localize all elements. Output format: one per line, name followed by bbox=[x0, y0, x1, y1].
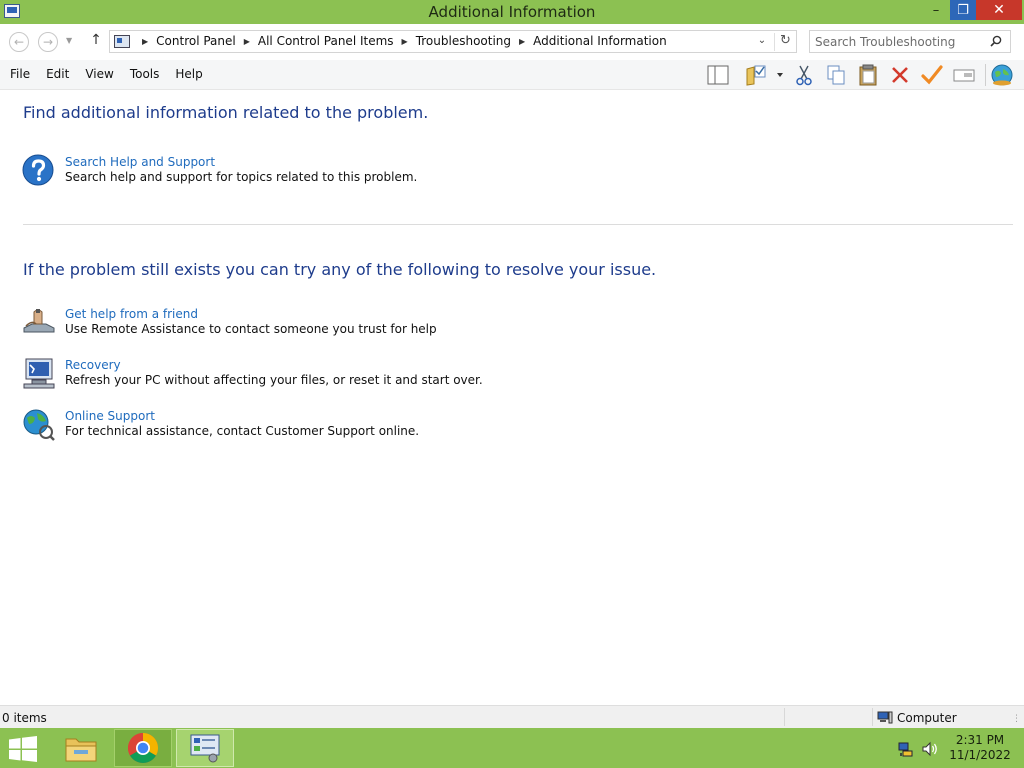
check-button[interactable] bbox=[920, 63, 944, 87]
list-item-help-friend[interactable]: Get help from a friend Use Remote Assist… bbox=[22, 306, 722, 346]
taskbar: 2:31 PM 11/1/2022 bbox=[0, 728, 1024, 768]
breadcrumb-chevron-icon[interactable]: ▶ bbox=[402, 37, 408, 46]
recovery-link[interactable]: Recovery bbox=[65, 358, 121, 372]
layout-pane-icon bbox=[707, 65, 729, 85]
cut-button[interactable] bbox=[792, 63, 816, 87]
online-support-desc: For technical assistance, contact Custom… bbox=[65, 424, 420, 438]
cut-icon bbox=[796, 65, 812, 86]
menu-edit[interactable]: Edit bbox=[38, 67, 77, 81]
online-support-icon bbox=[23, 409, 55, 441]
search-help-support-desc: Search help and support for topics relat… bbox=[65, 170, 418, 184]
section-heading-find-info: Find additional information related to t… bbox=[23, 103, 429, 122]
file-explorer-icon bbox=[65, 738, 97, 762]
control-panel-icon bbox=[190, 734, 220, 763]
back-button[interactable]: ← bbox=[9, 32, 29, 52]
layout-pane-button[interactable] bbox=[706, 63, 730, 87]
up-button[interactable]: ↑ bbox=[88, 32, 104, 52]
paste-icon bbox=[859, 64, 877, 86]
get-help-friend-link[interactable]: Get help from a friend bbox=[65, 307, 198, 321]
breadcrumb-chevron-icon[interactable]: ▶ bbox=[244, 37, 250, 46]
properties-button[interactable] bbox=[742, 63, 786, 87]
recovery-desc: Refresh your PC without affecting your f… bbox=[65, 373, 483, 387]
breadcrumb-additional-information[interactable]: Additional Information bbox=[533, 34, 667, 48]
address-bar[interactable]: ▶ Control Panel ▶ All Control Panel Item… bbox=[109, 30, 797, 53]
address-dropdown-icon[interactable]: ⌄ bbox=[754, 35, 770, 46]
minimize-button[interactable]: – bbox=[922, 0, 950, 20]
volume-icon[interactable] bbox=[921, 741, 939, 757]
list-item-help-support[interactable]: Search Help and Support Search help and … bbox=[22, 154, 722, 194]
restore-button[interactable]: ❐ bbox=[950, 0, 976, 20]
recent-locations-chevron-icon[interactable]: ▼ bbox=[66, 36, 72, 45]
menu-toolbar-row: File Edit View Tools Help bbox=[0, 60, 1024, 90]
window-title: Additional Information bbox=[428, 3, 596, 21]
paste-button[interactable] bbox=[856, 63, 880, 87]
windows-start-icon[interactable] bbox=[8, 736, 38, 762]
help-icon bbox=[22, 154, 54, 186]
section-heading-resolve: If the problem still exists you can try … bbox=[23, 260, 657, 279]
section-divider bbox=[23, 224, 1013, 225]
breadcrumb: ▶ Control Panel ▶ All Control Panel Item… bbox=[134, 34, 667, 48]
network-icon[interactable] bbox=[898, 741, 914, 757]
status-divider bbox=[784, 708, 785, 726]
list-item-recovery[interactable]: Recovery Refresh your PC without affecti… bbox=[22, 357, 722, 397]
get-help-friend-desc: Use Remote Assistance to contact someone… bbox=[65, 322, 437, 336]
resize-grip-icon[interactable]: ⋮ bbox=[1012, 714, 1021, 726]
up-arrow-icon: ↑ bbox=[90, 32, 102, 48]
close-button[interactable]: ✕ bbox=[976, 0, 1022, 20]
rename-icon bbox=[953, 69, 975, 82]
delete-icon bbox=[892, 67, 908, 83]
clock-time: 2:31 PM bbox=[955, 733, 1005, 747]
checkmark-icon bbox=[921, 65, 943, 85]
delete-button[interactable] bbox=[888, 63, 912, 87]
refresh-icon[interactable]: ↻ bbox=[774, 33, 796, 51]
clock-date: 11/1/2022 bbox=[949, 748, 1011, 762]
title-bar: Additional Information – ❐ ✕ bbox=[0, 0, 1024, 24]
search-icon[interactable] bbox=[990, 35, 1002, 47]
breadcrumb-chevron-icon[interactable]: ▶ bbox=[142, 37, 148, 46]
control-panel-icon bbox=[114, 35, 130, 48]
search-input[interactable] bbox=[815, 34, 985, 50]
properties-folder-icon bbox=[746, 65, 783, 86]
menu-bar: File Edit View Tools Help bbox=[2, 67, 211, 81]
back-arrow-icon: ← bbox=[13, 35, 25, 49]
forward-arrow-icon: → bbox=[42, 35, 54, 49]
menu-view[interactable]: View bbox=[77, 67, 121, 81]
menu-file[interactable]: File bbox=[2, 67, 38, 81]
recovery-icon bbox=[23, 358, 55, 389]
status-divider bbox=[872, 708, 873, 726]
taskbar-chrome[interactable] bbox=[114, 729, 172, 767]
globe-icon bbox=[991, 64, 1013, 86]
clock[interactable]: 2:31 PM 11/1/2022 bbox=[944, 733, 1016, 763]
forward-button[interactable]: → bbox=[38, 32, 58, 52]
breadcrumb-troubleshooting[interactable]: Troubleshooting bbox=[416, 34, 511, 48]
breadcrumb-all-items[interactable]: All Control Panel Items bbox=[258, 34, 394, 48]
rename-button[interactable] bbox=[952, 63, 976, 87]
computer-icon bbox=[877, 711, 893, 724]
main-content: Find additional information related to t… bbox=[0, 90, 1024, 705]
taskbar-file-explorer[interactable] bbox=[52, 729, 110, 767]
breadcrumb-control-panel[interactable]: Control Panel bbox=[156, 34, 236, 48]
status-bar: 0 items Computer ⋮ bbox=[0, 705, 1024, 728]
search-box[interactable] bbox=[809, 30, 1011, 53]
remote-assistance-icon bbox=[23, 309, 55, 333]
copy-icon bbox=[827, 65, 845, 85]
chrome-icon bbox=[127, 733, 159, 764]
online-support-link[interactable]: Online Support bbox=[65, 409, 155, 423]
item-count: 0 items bbox=[2, 711, 47, 725]
menu-tools[interactable]: Tools bbox=[122, 67, 168, 81]
globe-button[interactable] bbox=[990, 63, 1014, 87]
search-help-support-link[interactable]: Search Help and Support bbox=[65, 155, 215, 169]
list-item-online-support[interactable]: Online Support For technical assistance,… bbox=[22, 408, 722, 448]
menu-help[interactable]: Help bbox=[167, 67, 210, 81]
navigation-bar: ← → ▼ ↑ ▶ Control Panel ▶ All Control Pa… bbox=[0, 24, 1024, 60]
breadcrumb-chevron-icon[interactable]: ▶ bbox=[519, 37, 525, 46]
taskbar-control-panel[interactable] bbox=[176, 729, 234, 767]
copy-button[interactable] bbox=[824, 63, 848, 87]
status-location: Computer bbox=[897, 711, 957, 725]
toolbar-separator bbox=[985, 64, 986, 86]
